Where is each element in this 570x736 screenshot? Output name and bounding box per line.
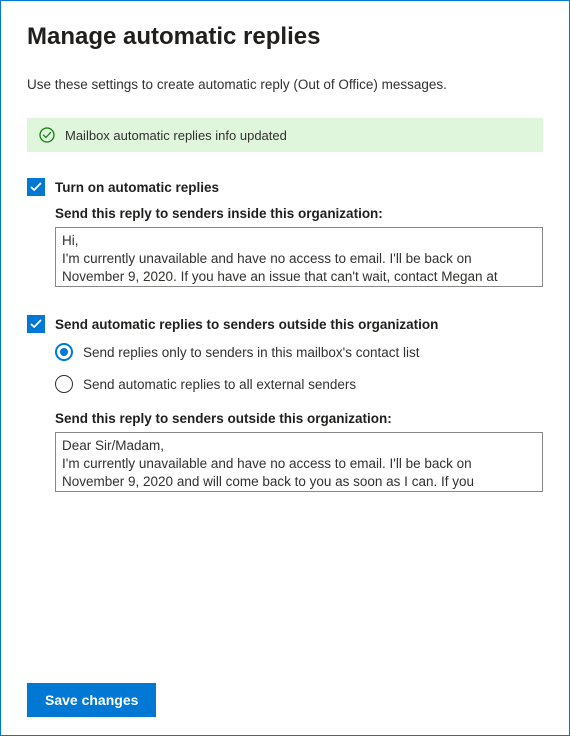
outside-enable-checkbox-row: Send automatic replies to senders outsid… [27,315,543,333]
radio-contacts-only[interactable] [55,343,73,361]
turn-on-checkbox[interactable] [27,178,45,196]
radio-all-external-row: Send automatic replies to all external s… [55,375,543,393]
description-text: Use these settings to create automatic r… [27,77,543,92]
page-title: Manage automatic replies [27,23,543,51]
radio-contacts-only-label: Send replies only to senders in this mai… [83,345,420,360]
success-check-icon [39,127,55,143]
inside-reply-textarea[interactable]: Hi,I'm currently unavailable and have no… [55,227,543,287]
success-notification: Mailbox automatic replies info updated [27,118,543,152]
turn-on-checkbox-row: Turn on automatic replies [27,178,543,196]
outside-reply-textarea[interactable]: Dear Sir/Madam,I'm currently unavailable… [55,432,543,492]
radio-all-external[interactable] [55,375,73,393]
radio-contacts-only-row: Send replies only to senders in this mai… [55,343,543,361]
turn-on-label: Turn on automatic replies [55,180,219,195]
outside-enable-checkbox[interactable] [27,315,45,333]
outside-enable-label: Send automatic replies to senders outsid… [55,317,438,332]
success-text: Mailbox automatic replies info updated [65,128,287,143]
save-changes-button[interactable]: Save changes [27,683,156,717]
inside-reply-label: Send this reply to senders inside this o… [55,206,543,221]
outside-reply-label: Send this reply to senders outside this … [55,411,543,426]
radio-all-external-label: Send automatic replies to all external s… [83,377,356,392]
